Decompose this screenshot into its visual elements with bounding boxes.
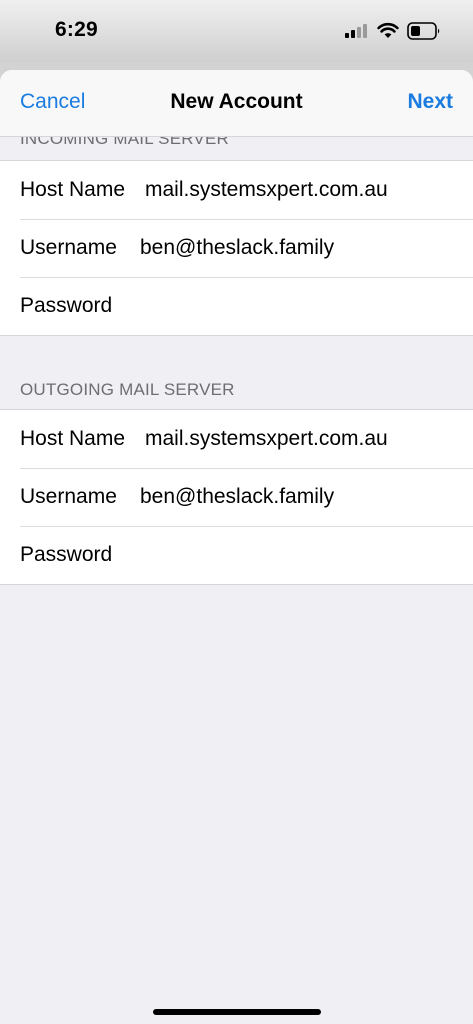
incoming-username-field[interactable]: ben@theslack.family (140, 236, 334, 260)
navigation-bar: Cancel New Account Next (0, 70, 473, 137)
incoming-host-field[interactable]: mail.systemsxpert.com.au (145, 178, 388, 202)
new-account-sheet: Cancel New Account Next INCOMING MAIL SE… (0, 70, 473, 1024)
incoming-username-label: Username (20, 236, 117, 259)
incoming-password-label: Password (20, 294, 113, 317)
incoming-server-group: Host Name mail.systemsxpert.com.au Usern… (0, 160, 473, 336)
outgoing-host-row[interactable]: Host Name mail.systemsxpert.com.au (0, 410, 473, 468)
outgoing-password-row[interactable]: Password (0, 526, 473, 584)
outgoing-host-field[interactable]: mail.systemsxpert.com.au (145, 427, 388, 451)
incoming-password-row[interactable]: Password (0, 277, 473, 335)
outgoing-section-header: OUTGOING MAIL SERVER (20, 380, 235, 399)
status-bar: 6:29 (0, 0, 473, 62)
outgoing-username-field[interactable]: ben@theslack.family (140, 485, 334, 509)
battery-icon (407, 22, 440, 40)
home-indicator[interactable] (153, 1009, 321, 1015)
cellular-signal-icon (345, 24, 371, 38)
status-time: 6:29 (55, 18, 98, 41)
incoming-host-row[interactable]: Host Name mail.systemsxpert.com.au (0, 161, 473, 219)
outgoing-server-group: Host Name mail.systemsxpert.com.au Usern… (0, 409, 473, 585)
outgoing-password-label: Password (20, 543, 113, 566)
incoming-username-row[interactable]: Username ben@theslack.family (0, 219, 473, 277)
outgoing-host-label: Host Name (20, 427, 126, 450)
wifi-icon (377, 22, 399, 38)
page-title: New Account (170, 90, 303, 113)
incoming-host-label: Host Name (20, 178, 126, 201)
outgoing-username-label: Username (20, 485, 117, 508)
next-button[interactable]: Next (407, 90, 453, 114)
outgoing-username-row[interactable]: Username ben@theslack.family (0, 468, 473, 526)
